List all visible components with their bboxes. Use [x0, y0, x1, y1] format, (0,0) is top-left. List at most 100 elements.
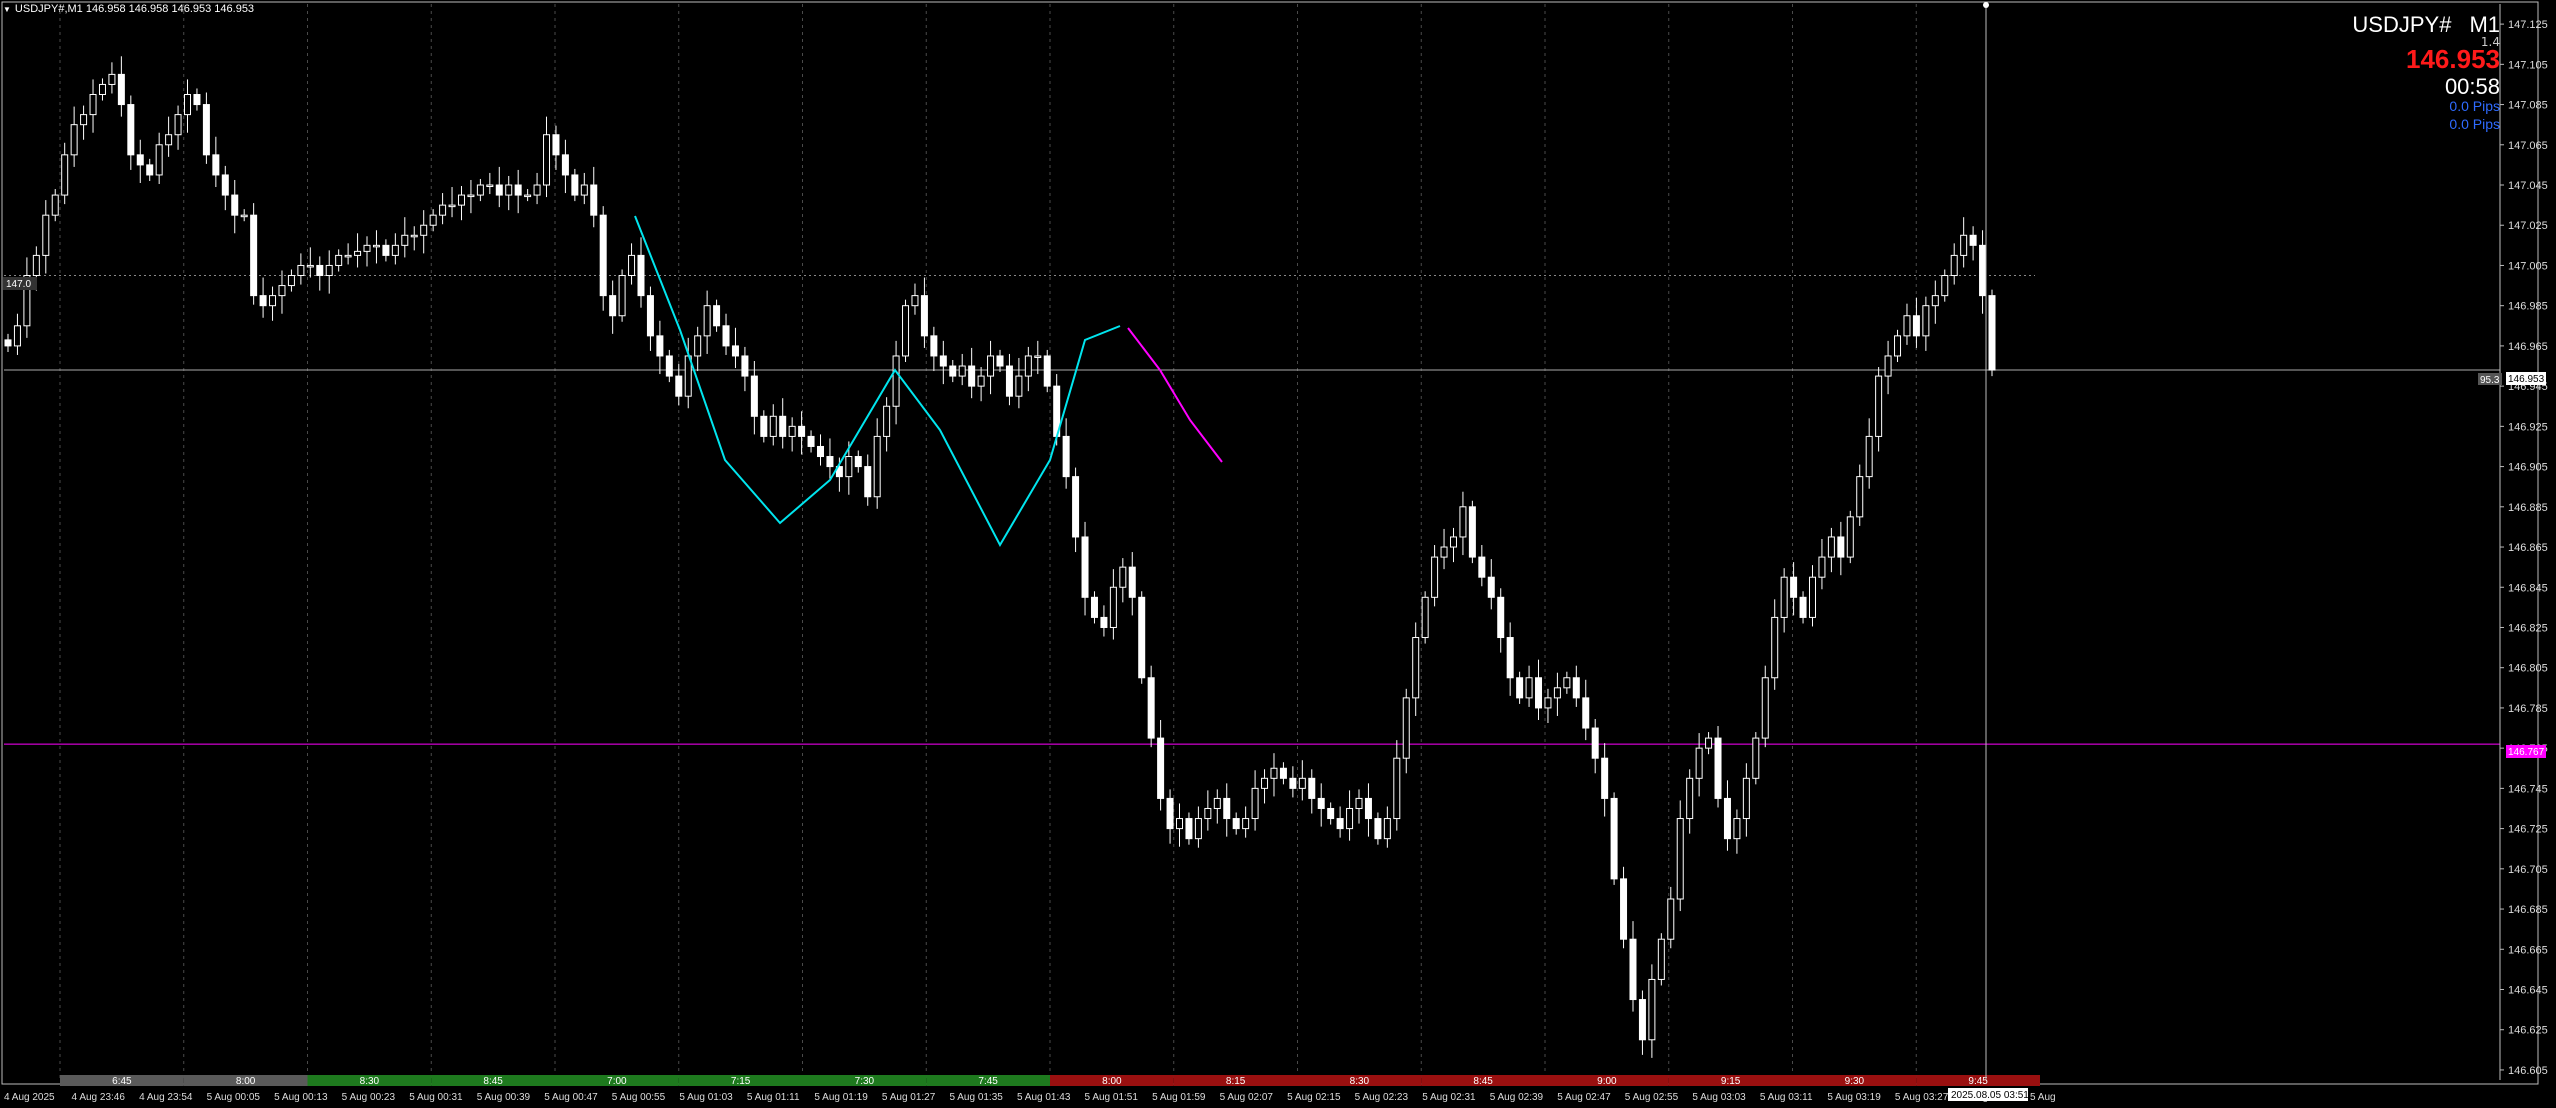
candle-body [1468, 506, 1476, 558]
price-tick-label: 146.665 [2508, 944, 2548, 956]
candle-body [675, 375, 683, 397]
candle-body [1176, 818, 1184, 830]
price-tick-label: 146.805 [2508, 663, 2548, 675]
candle-body [1752, 737, 1760, 779]
candle-body [221, 174, 229, 196]
session-label: 9:15 [1721, 1076, 1741, 1087]
candle-body [1620, 878, 1628, 940]
price-axis[interactable]: 147.125 147.105 147.085 147.065 147.045 147.0… [2499, 4, 2548, 1080]
time-tick-label: 5 Aug 00:05 [207, 1092, 261, 1103]
candle-body [807, 435, 815, 447]
candle-body [1761, 677, 1769, 739]
candle-body [1865, 435, 1873, 478]
candle-body [1827, 536, 1835, 558]
time-tick-label: 5 Aug 02:39 [1490, 1092, 1544, 1103]
time-tick-label: 5 Aug 01:11 [747, 1092, 800, 1103]
candle-body [61, 154, 69, 196]
candle-body [1705, 737, 1713, 749]
collapse-arrow-icon[interactable]: ▼ [3, 5, 11, 14]
candle-body [278, 285, 286, 297]
hud-symbol-line: USDJPY# M1 [2352, 12, 2500, 38]
candle-body [1242, 818, 1250, 830]
candle-body [269, 295, 277, 307]
time-tick-label: 5 Aug 01:43 [1017, 1092, 1071, 1103]
candle-body [1364, 797, 1372, 820]
hud-pips-2: 0.0 Pips [2449, 116, 2500, 132]
candle-body [316, 264, 324, 277]
magenta-price-label: 146.767 [2508, 747, 2545, 758]
candle-body [1478, 556, 1486, 578]
time-tick-label: 5 Aug 02:47 [1557, 1092, 1611, 1103]
candle-body [779, 415, 787, 437]
horizontal-lines [4, 275, 2500, 745]
candle-body [127, 104, 135, 156]
candle-body [646, 295, 654, 337]
candle-body [1894, 335, 1902, 357]
candle-body [1695, 747, 1703, 779]
candle-body [372, 244, 380, 248]
candle-body [1676, 818, 1684, 900]
candle-body [1667, 898, 1675, 940]
price-chart[interactable]: 6:45 8:00 8:30 8:45 7:00 7:15 7:30 7:45 8:00 8:15… [0, 0, 2556, 1108]
candle-body [193, 94, 201, 106]
candle-body [1015, 375, 1023, 397]
candle-body [741, 355, 749, 377]
candle-body [297, 264, 305, 277]
candle-body [410, 234, 418, 238]
candle-body [1856, 476, 1864, 518]
session-label: 9:00 [1597, 1076, 1617, 1087]
price-tick-label: 146.685 [2508, 904, 2548, 916]
candle-body [609, 295, 617, 317]
hud-timeframe: M1 [2469, 12, 2500, 37]
cursor-handle[interactable] [1983, 2, 1989, 8]
candle-body [287, 275, 295, 287]
price-tick-label: 146.645 [2508, 984, 2548, 996]
time-tick-label: 5 Aug [2030, 1092, 2056, 1103]
candle-body [1459, 506, 1467, 538]
candle-body [13, 325, 21, 347]
price-tick-label: 146.745 [2508, 783, 2548, 795]
price-tick-label: 146.845 [2508, 582, 2548, 594]
time-axis[interactable]: 4 Aug 2025 4 Aug 23:46 4 Aug 23:54 5 Aug 00… [4, 1092, 2056, 1103]
time-tick-label: 5 Aug 00:13 [274, 1092, 328, 1103]
price-tick-label: 147.105 [2508, 59, 2548, 71]
candle-body [1346, 807, 1354, 830]
candle-body [1969, 234, 1977, 246]
candle-body [325, 264, 333, 277]
time-tick-label: 5 Aug 00:23 [342, 1092, 396, 1103]
candle-body [1081, 536, 1089, 598]
price-tick-label: 146.625 [2508, 1025, 2548, 1037]
candle-body [1223, 797, 1231, 820]
candle-body [1648, 978, 1656, 1041]
candle-body [1837, 536, 1845, 558]
candle-body [769, 415, 777, 437]
time-tick-label: 5 Aug 00:47 [544, 1092, 598, 1103]
candle-body [486, 184, 494, 188]
time-tick-label: 5 Aug 03:11 [1760, 1092, 1813, 1103]
candle-body [1147, 677, 1155, 739]
candle-body [1185, 818, 1193, 840]
candle-body [391, 244, 399, 256]
candle-body [1657, 938, 1665, 980]
session-label: 8:00 [236, 1076, 256, 1087]
candle-body [694, 335, 702, 357]
candle-body [788, 425, 796, 437]
session-label: 7:00 [607, 1076, 627, 1087]
candle-body [750, 375, 758, 417]
candle-body [202, 104, 210, 156]
time-tick-label: 5 Aug 02:15 [1287, 1092, 1341, 1103]
candle-body [1733, 818, 1741, 840]
session-label: 8:30 [360, 1076, 380, 1087]
candle-body [1270, 767, 1278, 779]
candle-body [1553, 687, 1561, 699]
candle-body [524, 194, 532, 198]
candle-body [713, 305, 721, 327]
candle-body [335, 254, 343, 266]
chart-grid [59, 4, 1917, 1080]
chart-title: ▼ USDJPY#,M1 146.958 146.958 146.953 146.… [3, 3, 254, 15]
candle-body [42, 214, 50, 256]
candle-body [816, 445, 824, 458]
candle-body [533, 184, 541, 196]
candle-body [1449, 536, 1457, 548]
candlesticks [4, 56, 1996, 1058]
